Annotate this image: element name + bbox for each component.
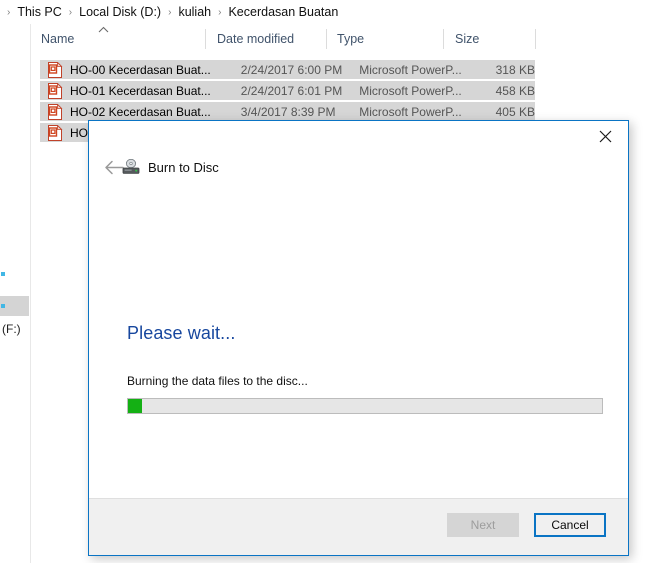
nav-item-marker-icon [1, 272, 5, 276]
dialog-titlebar: Burn to Disc [122, 155, 219, 179]
file-size: 318 KB [495, 62, 535, 77]
disc-burner-icon [122, 158, 141, 175]
progress-bar [127, 398, 603, 414]
burn-to-disc-dialog: Burn to Disc Please wait... Burning the … [88, 120, 629, 556]
column-header-name[interactable]: Name [41, 24, 74, 54]
next-button[interactable]: Next [447, 513, 519, 537]
breadcrumb[interactable]: › This PC › Local Disk (D:) › kuliah › K… [0, 0, 670, 24]
powerpoint-file-icon [48, 103, 63, 120]
nav-item-label-drive-f: (F:) [2, 322, 21, 336]
column-divider[interactable] [205, 29, 206, 49]
column-header-row: Name Date modified Type Size [31, 24, 670, 54]
file-name: HO-00 Kecerdasan Buat... [70, 62, 211, 77]
file-size: 405 KB [495, 104, 535, 119]
table-row[interactable]: HO-00 Kecerdasan Buat... 2/24/2017 6:00 … [40, 60, 535, 80]
file-date-modified: 2/24/2017 6:01 PM [240, 83, 343, 98]
breadcrumb-chevron-icon: › [218, 6, 222, 18]
column-header-size[interactable]: Size [455, 24, 479, 54]
breadcrumb-item-kecerdasan-buatan[interactable]: Kecerdasan Buatan [228, 5, 338, 19]
powerpoint-file-icon [48, 82, 63, 99]
powerpoint-file-icon [48, 61, 63, 78]
table-row[interactable]: HO-02 Kecerdasan Buat... 3/4/2017 8:39 P… [40, 102, 535, 122]
column-header-type[interactable]: Type [337, 24, 364, 54]
nav-pane-divider [30, 24, 31, 563]
progress-status-text: Burning the data files to the disc... [127, 374, 308, 388]
file-type: Microsoft PowerP... [359, 104, 462, 119]
progress-bar-fill [128, 399, 143, 413]
breadcrumb-item-this-pc[interactable]: This PC [17, 5, 61, 19]
powerpoint-file-icon [48, 124, 63, 141]
breadcrumb-item-kuliah[interactable]: kuliah [178, 5, 211, 19]
file-size: 458 KB [495, 83, 535, 98]
column-divider[interactable] [535, 29, 536, 49]
breadcrumb-chevron-icon: › [68, 6, 73, 18]
file-name: HO-01 Kecerdasan Buat... [70, 83, 211, 98]
dialog-heading: Please wait... [127, 323, 236, 343]
dialog-footer: Next Cancel [89, 498, 628, 555]
table-row[interactable]: HO-01 Kecerdasan Buat... 2/24/2017 6:01 … [40, 81, 535, 101]
file-date-modified: 3/4/2017 8:39 PM [240, 104, 336, 119]
file-type: Microsoft PowerP... [359, 83, 462, 98]
column-divider[interactable] [443, 29, 444, 49]
breadcrumb-chevron-icon: › [168, 6, 172, 18]
breadcrumb-item-local-disk[interactable]: Local Disk (D:) [79, 5, 161, 19]
dialog-title: Burn to Disc [148, 159, 219, 175]
nav-item-marker-icon [1, 304, 5, 308]
sort-ascending-icon [98, 26, 109, 37]
breadcrumb-chevron-icon: › [7, 6, 11, 18]
file-name: HO-02 Kecerdasan Buat... [70, 104, 211, 119]
close-icon[interactable] [582, 121, 628, 151]
file-type: Microsoft PowerP... [359, 62, 462, 77]
column-divider[interactable] [326, 29, 327, 49]
cancel-button[interactable]: Cancel [534, 513, 606, 537]
column-header-date-modified[interactable]: Date modified [217, 24, 294, 54]
file-date-modified: 2/24/2017 6:00 PM [240, 62, 343, 77]
